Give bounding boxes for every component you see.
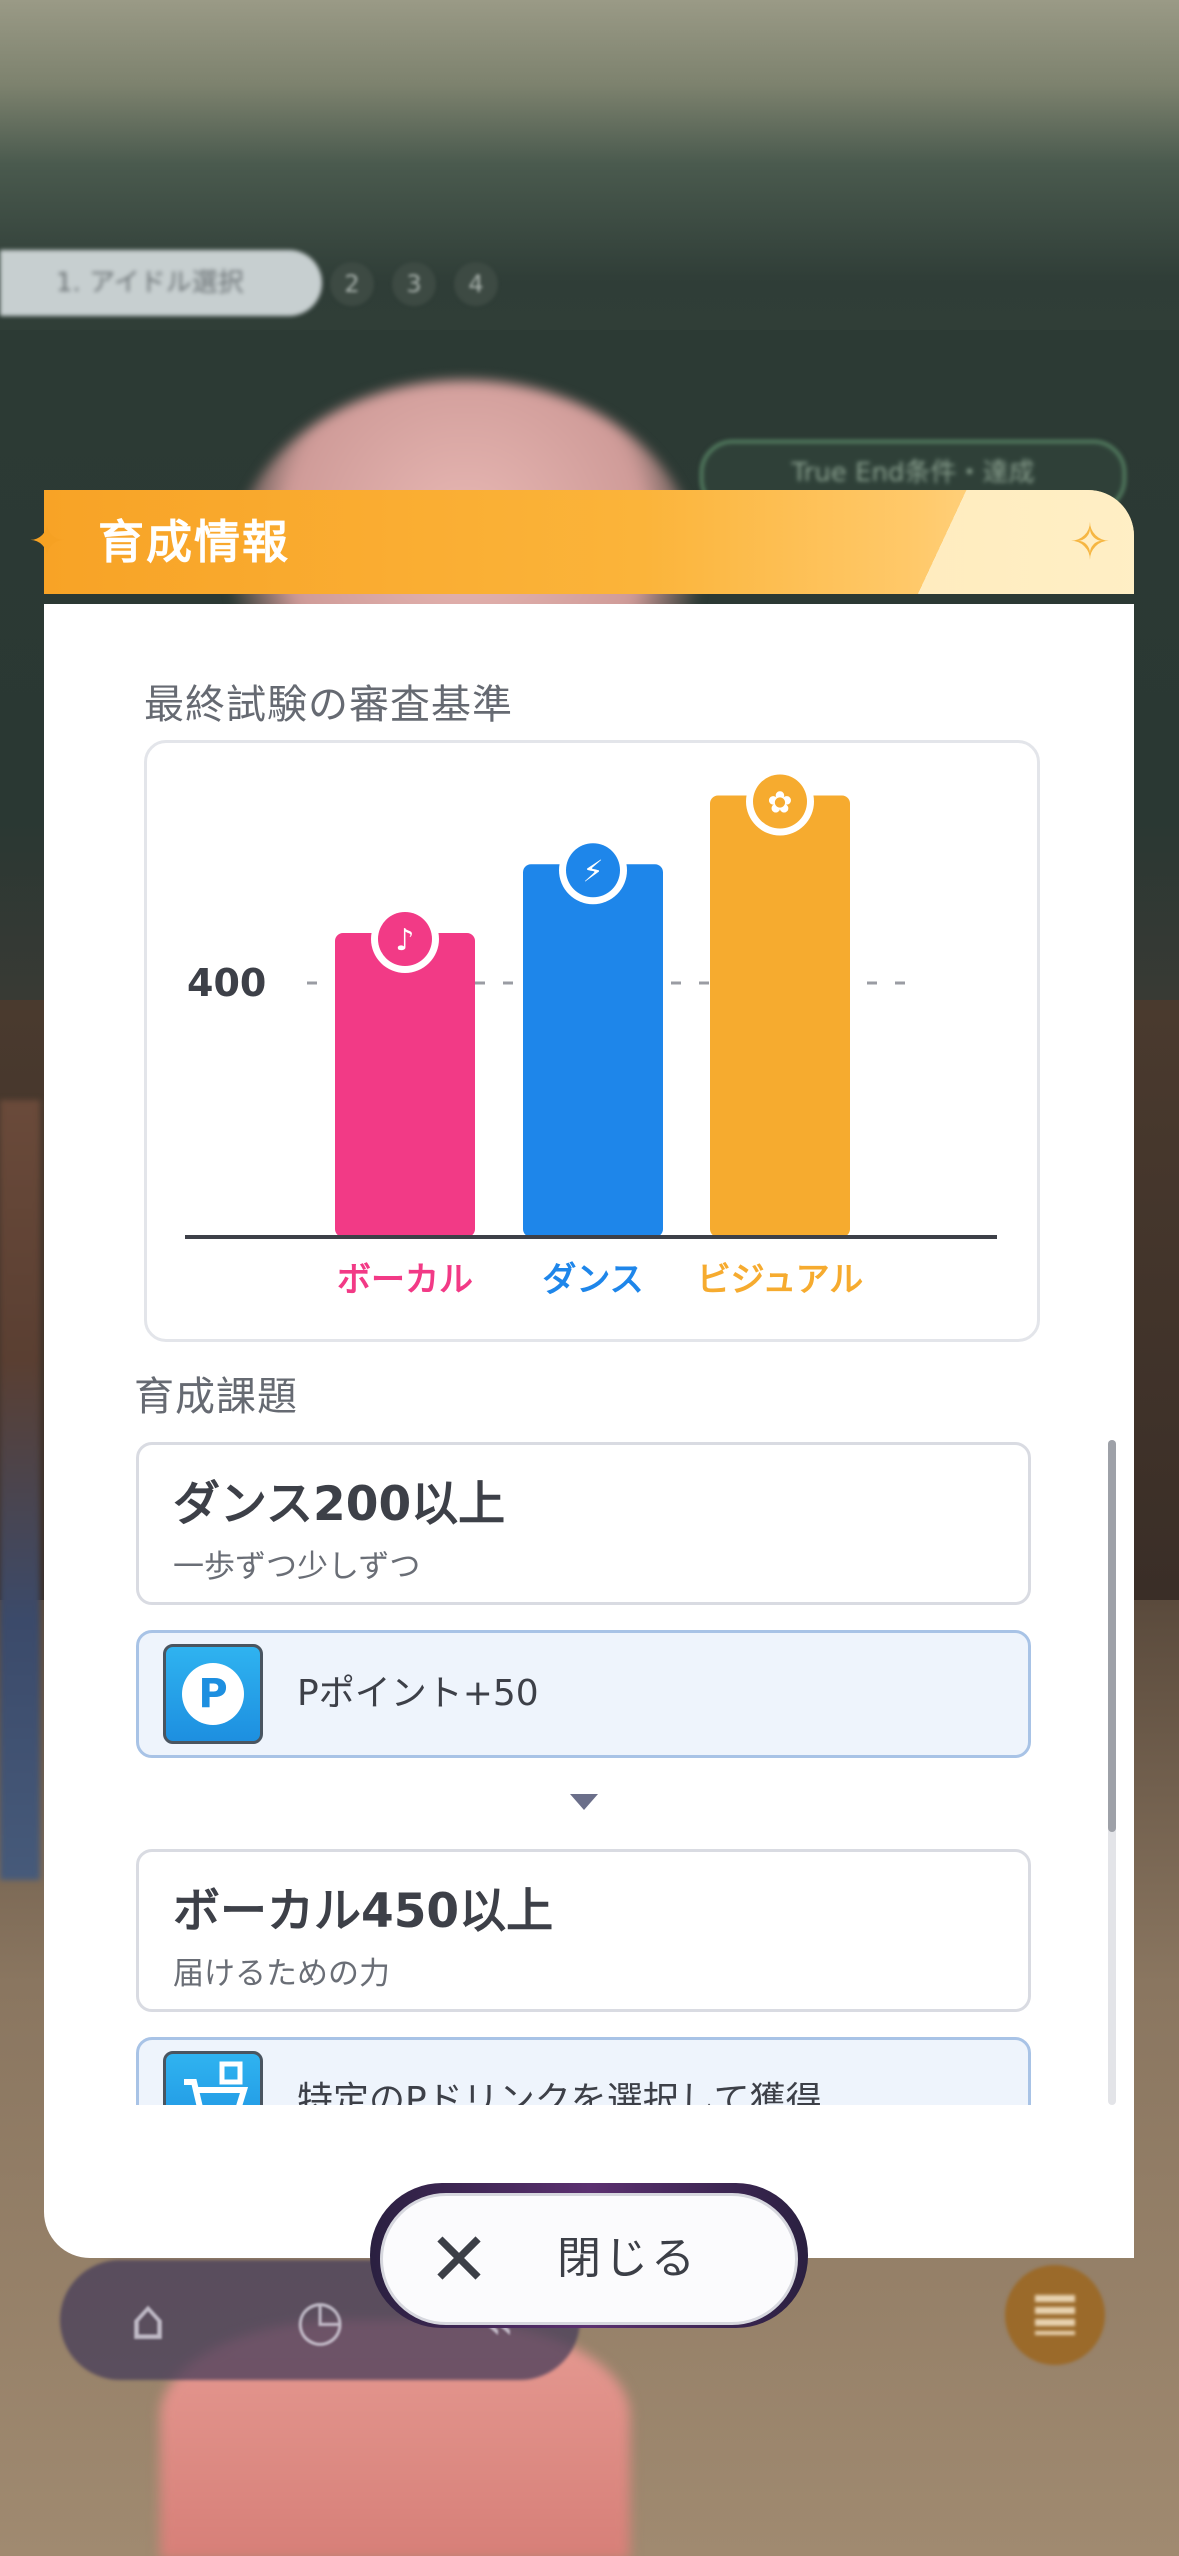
tasks-title: 育成課題 (134, 1374, 298, 1420)
bar-icon-glyph: ⚡ (582, 854, 603, 889)
chart-svg: 400 ♪ ボーカル ⚡ ダンス ✿ ビジュアル (185, 767, 997, 1300)
scrollbar-thumb[interactable] (1108, 1440, 1116, 1832)
task-title: ボーカル450以上 (173, 1884, 554, 1939)
reward-text: 特定のPドリンクを選択して獲得 (297, 2080, 822, 2105)
step-indicator-current: 1. アイドル選択 (0, 250, 322, 316)
background-shelf (0, 1100, 40, 1880)
bar-icon-glyph: ✿ (767, 786, 792, 821)
home-icon: ⌂ (130, 2288, 166, 2353)
task-subtitle: 届けるための力 (173, 1956, 390, 1992)
reference-line-label: 400 (187, 961, 266, 1005)
cart-icon (163, 2051, 263, 2105)
bar-2 (710, 795, 850, 1237)
exam-criteria-title: 最終試験の審査基準 (144, 682, 513, 728)
clock-icon: ◷ (295, 2288, 345, 2353)
bar-1 (523, 864, 663, 1237)
menu-icon (1005, 2265, 1105, 2365)
step-indicator-2: 2 (330, 262, 374, 306)
bar-0 (335, 933, 475, 1237)
chevron-down-icon (570, 1794, 598, 1810)
sparkle-icon: ✧ (1069, 513, 1111, 571)
modal-title: 育成情報 (98, 515, 290, 569)
reward-card: 特定のPドリンクを選択して獲得 (136, 2037, 1031, 2105)
bar-icon-glyph: ♪ (395, 923, 414, 958)
category-label: ボーカル (337, 1260, 473, 1300)
task-subtitle: 一歩ずつ少しずつ (173, 1549, 421, 1585)
modal-header: 育成情報 ✧ (44, 490, 1134, 594)
task-card: ダンス200以上 一歩ずつ少しずつ (136, 1442, 1031, 1605)
task-title: ダンス200以上 (173, 1477, 506, 1532)
star-icon: ✦ (28, 516, 66, 567)
task-card: ボーカル450以上 届けるための力 (136, 1849, 1031, 2012)
p-point-icon: P (163, 1644, 263, 1744)
reward-card: P Pポイント+50 (136, 1630, 1031, 1758)
reward-text: Pポイント+50 (297, 1673, 539, 1714)
tasks-scrollbar[interactable] (1108, 1440, 1116, 2105)
tasks-list[interactable]: ダンス200以上 一歩ずつ少しずつ P Pポイント+50 ボーカル450以上 届… (136, 1440, 1036, 2105)
step-indicator-3: 3 (392, 262, 436, 306)
exam-criteria-chart: 400 ♪ ボーカル ⚡ ダンス ✿ ビジュアル (144, 740, 1040, 1342)
close-button[interactable]: ✕ 閉じる (380, 2193, 798, 2325)
close-label: 閉じる (557, 2233, 698, 2284)
close-icon: ✕ (427, 2217, 490, 2303)
category-label: ダンス (542, 1260, 643, 1300)
category-label: ビジュアル (697, 1260, 864, 1300)
step-indicator-4: 4 (454, 262, 498, 306)
